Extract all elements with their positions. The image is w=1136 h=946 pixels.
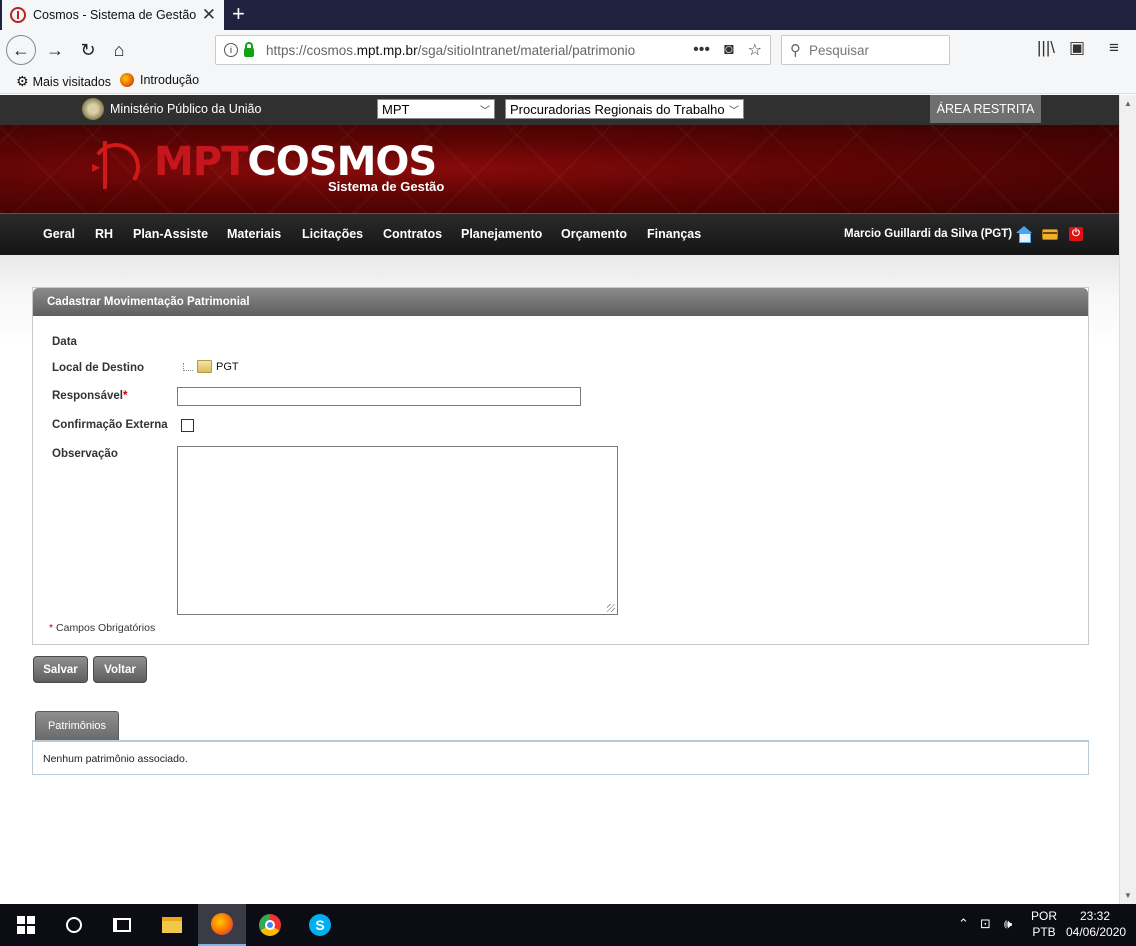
scroll-up-icon[interactable]: ▲ [1124,99,1132,108]
label-data: Data [52,336,77,348]
browser-tab-strip: Cosmos - Sistema de Gestão ✕ + [0,0,1136,30]
skype-taskbar-button[interactable]: S [296,904,344,946]
restricted-area-button[interactable]: ÁREA RESTRITA [930,95,1041,123]
empty-message: Nenhum patrimônio associado. [43,753,188,765]
gear-icon: ⚙ [16,73,29,89]
task-view-icon [113,918,131,932]
label-responsavel: Responsável* [52,390,128,402]
firefox-icon [120,73,134,87]
url-text[interactable]: https://cosmos.mpt.mp.br/sga/sitioIntran… [266,43,679,58]
page-actions-icon[interactable]: ••• [693,41,710,59]
tray-chevron-up-icon[interactable]: ⌃ [958,916,969,932]
org-link[interactable]: Ministério Público da União [82,98,261,120]
confirmacao-externa-checkbox[interactable] [181,419,194,432]
sidebar-icon[interactable]: ▣ [1069,38,1085,58]
chevron-down-icon: ﹀ [729,105,739,117]
logout-icon[interactable]: ⏻ [1069,227,1083,241]
network-icon[interactable]: ⊡ [980,916,991,932]
menu-item-geral[interactable]: Geral [43,227,75,241]
tab-patrimonios[interactable]: Patrimônios [35,711,119,740]
header-banner: ▸ MPTCOSMOS Sistema de Gestão [0,125,1119,213]
browser-navbar: ← → ↻ ⌂ i https://cosmos.mpt.mp.br/sga/s… [0,30,1136,70]
menu-item-materiais[interactable]: Materiais [227,227,281,241]
tree-node-pgt[interactable]: PGT [216,361,239,373]
label-confirmacao-externa: Confirmação Externa [52,419,168,431]
skype-icon: S [309,914,331,936]
bookmarks-bar: ⚙ Mais visitados Introdução [0,70,1136,94]
label-local-destino: Local de Destino [52,362,145,374]
new-tab-icon[interactable]: + [232,2,245,26]
required-fields-note: * Campos Obrigatórios [49,622,156,634]
search-icon: ⚲ [790,42,801,59]
patrimonios-panel: Nenhum patrimônio associado. [32,740,1089,775]
save-button[interactable]: Salvar [33,656,88,683]
pocket-icon[interactable]: ◙ [724,41,734,59]
folder-icon [162,917,182,933]
chevron-down-icon: ﹀ [480,105,490,117]
menu-item-plan-assiste[interactable]: Plan-Assiste [133,227,208,241]
user-name: Marcio Guillardi da Silva (PGT) [844,228,1013,240]
menu-item-planejamento[interactable]: Planejamento [461,227,542,241]
destination-tree: PGT [183,360,239,373]
windows-logo-icon [17,916,35,934]
browser-tab[interactable]: Cosmos - Sistema de Gestão ✕ [2,0,224,30]
language-indicator[interactable]: POR PTB [1031,908,1057,940]
republic-seal-icon [82,98,104,120]
bookmark-introduction[interactable]: Introdução [120,73,199,87]
observacao-textarea[interactable] [177,446,618,615]
forward-button[interactable]: → [40,35,70,65]
menu-item-financas[interactable]: Finanças [647,227,701,241]
unit-select[interactable]: Procuradorias Regionais do Trabalho ﹀ [505,99,744,119]
vertical-scrollbar[interactable]: ▲ ▼ [1119,95,1136,904]
chrome-taskbar-button[interactable] [246,904,294,946]
bookmark-star-icon[interactable]: ☆ [748,40,762,60]
responsavel-input[interactable] [177,387,581,406]
windows-taskbar: S ⌃ ⊡ 🕪 POR PTB 23:32 04/06/2020 [0,904,1136,946]
address-bar[interactable]: i https://cosmos.mpt.mp.br/sga/sitioIntr… [215,35,771,65]
home-button[interactable]: ⌂ [104,35,134,65]
firefox-icon [211,913,233,935]
menu-item-licitacoes[interactable]: Licitações [302,227,363,241]
tagline: Sistema de Gestão [328,179,445,194]
menu-item-contratos[interactable]: Contratos [383,227,442,241]
home-icon[interactable] [1016,226,1032,243]
tab-title: Cosmos - Sistema de Gestão [33,8,197,22]
library-icon[interactable]: |||\ [1037,38,1055,58]
start-button[interactable] [2,904,50,946]
firefox-taskbar-button[interactable] [198,904,246,946]
panel-title: Cadastrar Movimentação Patrimonial [33,288,1088,316]
resize-handle-icon[interactable] [607,604,615,612]
movement-form-panel: Cadastrar Movimentação Patrimonial Data … [32,287,1089,645]
menu-icon[interactable]: ≡ [1109,38,1119,58]
explorer-button[interactable] [148,904,196,946]
tree-connector [183,362,193,371]
reload-button[interactable]: ↻ [73,35,103,65]
top-strip: Ministério Público da União MPT ﹀ Procura… [0,95,1119,125]
close-tab-icon[interactable]: ✕ [202,5,216,25]
task-view-button[interactable] [98,904,146,946]
info-icon[interactable]: i [224,43,238,57]
main-menu: Geral RH Plan-Assiste Materiais Licitaçõ… [0,213,1119,255]
search-input[interactable]: ⚲ Pesquisar [781,35,950,65]
web-page: Ministério Público da União MPT ﹀ Procura… [0,95,1119,904]
cortana-button[interactable] [50,904,98,946]
bookmark-most-visited[interactable]: ⚙ Mais visitados [16,73,111,90]
org-select[interactable]: MPT ﹀ [377,99,495,119]
mpt-emblem-icon: ▸ [88,139,150,195]
cosmos-favicon-icon [10,7,26,23]
label-observacao: Observação [52,448,118,460]
lock-icon [244,41,254,57]
menu-item-orcamento[interactable]: Orçamento [561,227,627,241]
menu-item-rh[interactable]: RH [95,227,113,241]
scroll-down-icon[interactable]: ▼ [1124,891,1132,900]
folder-icon [197,360,212,373]
cortana-icon [66,917,82,933]
volume-icon[interactable]: 🕪 [1004,916,1012,932]
mpt-cosmos-logo[interactable]: ▸ MPTCOSMOS Sistema de Gestão [88,139,444,199]
back-button[interactable]: ← [6,35,36,65]
back-page-button[interactable]: Voltar [93,656,147,683]
clock[interactable]: 23:32 04/06/2020 [1066,908,1126,940]
chrome-icon [259,914,281,936]
card-icon[interactable] [1042,229,1058,240]
